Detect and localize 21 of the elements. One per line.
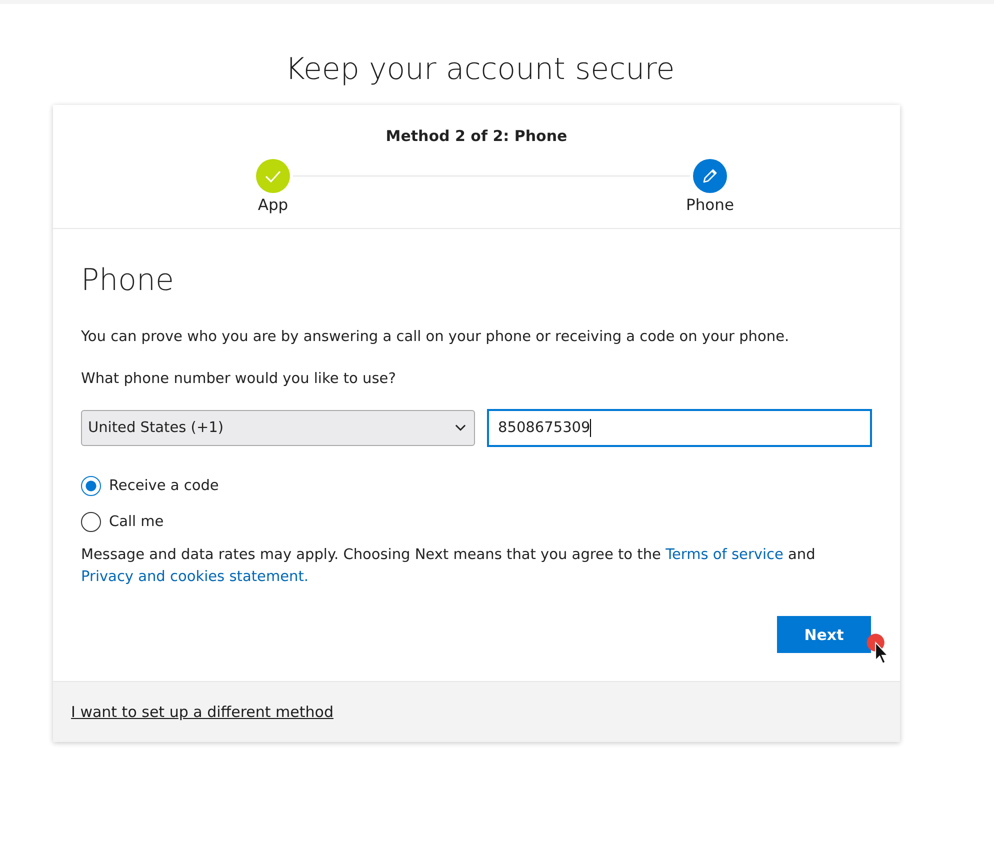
page-title: Keep your account secure [284, 52, 676, 87]
step-label: Phone [686, 196, 734, 214]
disclaimer-text: Message and data rates may apply. Choosing Next means that you agree to the Terms of service and Privacy and cookies statement. [81, 546, 816, 587]
radio-label[interactable]: Call me [109, 514, 164, 530]
different-method-link[interactable]: I want to set up a different method [71, 703, 334, 721]
check-icon [256, 159, 290, 193]
link[interactable]: Privacy and cookies statement. [81, 569, 308, 585]
link[interactable]: Terms of service [666, 547, 784, 563]
radio-button[interactable] [81, 476, 101, 496]
radio-button[interactable] [81, 512, 101, 532]
radio-label[interactable]: Receive a code [109, 478, 219, 494]
question-text: What phone number would you like to use? [81, 370, 397, 389]
next-button[interactable]: Next [777, 616, 871, 653]
country-select[interactable]: United States (+1) [81, 410, 475, 446]
step-caption: Method 2 of 2: Phone [384, 127, 568, 145]
step-label: App [258, 196, 288, 214]
section-title: Phone [81, 263, 175, 298]
chevron-down-icon [455, 424, 466, 432]
pencil-icon [693, 159, 727, 193]
phone-input-field[interactable]: 8508675309 [487, 409, 872, 447]
intro-text: You can prove who you are by answering a call on your phone or receiving a code on your phone. [81, 328, 790, 347]
